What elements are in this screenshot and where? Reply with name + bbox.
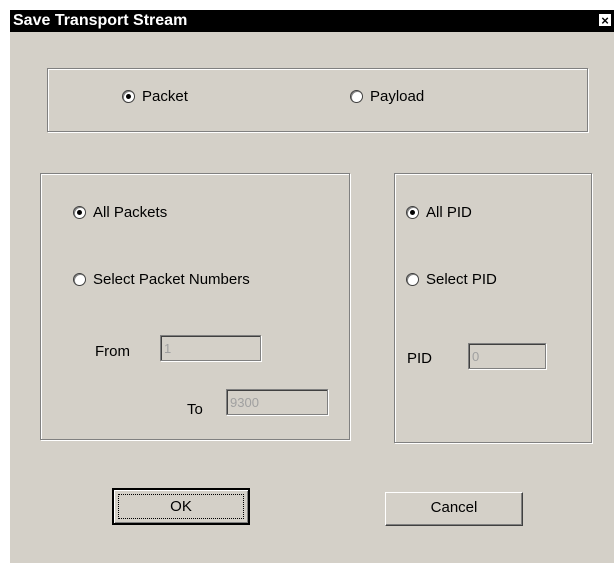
to-label: To: [187, 401, 203, 418]
cancel-button[interactable]: Cancel: [385, 492, 523, 526]
select-pid-radio[interactable]: Select PID: [406, 271, 497, 289]
from-field[interactable]: [160, 335, 261, 361]
radio-unchecked-icon: [73, 272, 86, 286]
packet-radio-label: Packet: [142, 88, 188, 105]
save-transport-stream-dialog: Save Transport Stream × Packet Payload A…: [10, 10, 614, 563]
all-packets-radio[interactable]: All Packets: [73, 204, 167, 222]
title-bar[interactable]: Save Transport Stream ×: [10, 10, 614, 32]
window-title: Save Transport Stream: [13, 12, 188, 29]
radio-checked-icon: [122, 89, 135, 103]
to-field[interactable]: [226, 389, 328, 415]
pid-label: PID: [407, 350, 433, 367]
close-icon[interactable]: ×: [598, 13, 612, 28]
packet-radio[interactable]: Packet: [122, 88, 188, 106]
payload-radio[interactable]: Payload: [350, 88, 424, 106]
all-pid-radio[interactable]: All PID: [406, 204, 472, 222]
select-packet-numbers-radio[interactable]: Select Packet Numbers: [73, 271, 250, 289]
radio-unchecked-icon: [406, 272, 419, 286]
select-packet-numbers-label: Select Packet Numbers: [93, 271, 250, 288]
payload-radio-label: Payload: [370, 88, 425, 105]
radio-checked-icon: [406, 205, 419, 219]
all-packets-label: All Packets: [93, 204, 168, 221]
select-pid-label: Select PID: [426, 271, 497, 288]
radio-checked-icon: [73, 205, 86, 219]
all-pid-label: All PID: [426, 204, 472, 221]
ok-button[interactable]: OK: [112, 488, 250, 525]
pid-field[interactable]: [468, 343, 546, 369]
from-label: From: [95, 343, 130, 360]
ok-button-label: OK: [118, 494, 244, 519]
radio-unchecked-icon: [350, 89, 363, 103]
